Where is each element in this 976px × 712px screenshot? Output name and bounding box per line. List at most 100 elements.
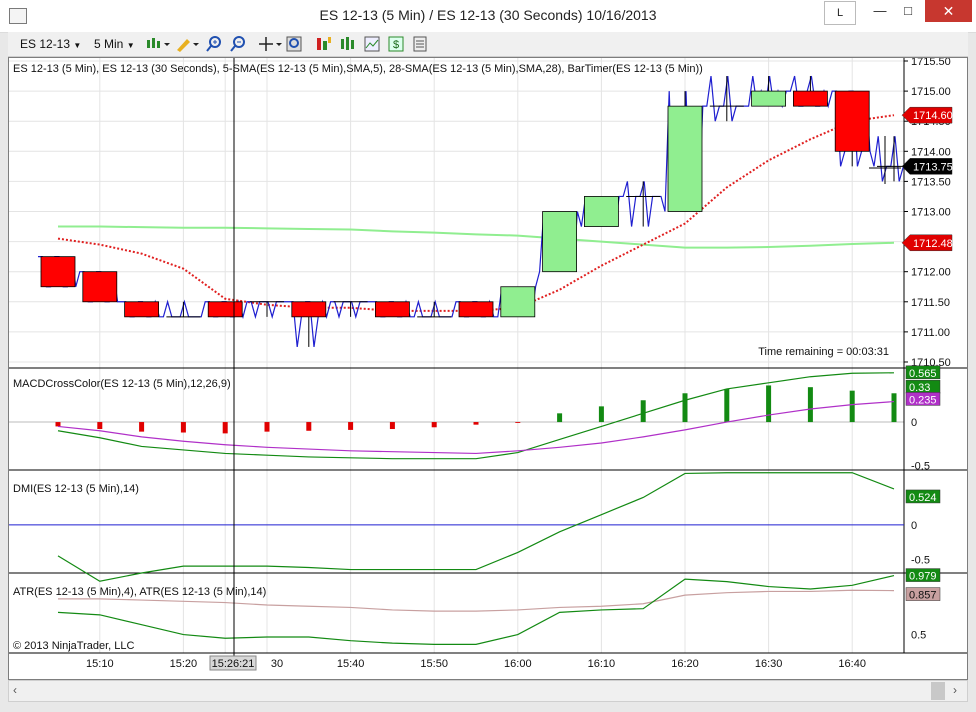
candle-body [82,271,118,303]
x-tick-label: 16:20 [671,658,699,670]
macd-histogram-bar [55,422,61,427]
candle-body [667,105,703,212]
y-tick-label: 1711.00 [911,327,950,339]
svg-text:$: $ [393,39,399,51]
macd-histogram-bar [431,422,437,428]
macd-histogram-bar [598,406,604,423]
x-tick-label: 15:10 [86,658,114,670]
y-axis: 1715.501715.001714.501714.001713.501713.… [901,56,953,642]
x-tick-label: 15:40 [337,658,365,670]
series-layer [9,75,912,645]
instrument-label: ES 12-13 [20,37,71,51]
app-window: ES 12-13 (5 Min) / ES 12-13 (30 Seconds)… [0,0,976,712]
candle-body [834,90,870,152]
x-tick-label: 16:40 [838,658,866,670]
macd-y-tick-label: 0 [911,417,917,429]
x-tick-label: 15:50 [420,658,448,670]
candle-body [542,211,577,273]
close-button[interactable]: ✕ [925,0,972,22]
macd-histogram-bar [97,422,103,430]
atr-tag-14: 0.857 [909,590,937,602]
macd-histogram-bar [389,422,395,430]
macd-histogram-bar [473,422,479,425]
instrument-selector[interactable]: ES 12-13 ▼ [20,35,81,53]
candle-body [793,90,828,107]
price-tag-sma: 1712.48 [913,238,953,250]
crosshair-icon[interactable] [258,36,282,52]
y-tick-label: 1711.50 [911,297,950,309]
macd-histogram-bar [849,390,855,423]
price-tag-last: 1714.60 [913,110,953,122]
dmi-y-tick-label: 0 [911,520,917,532]
candle-body [458,301,494,318]
maximize-button[interactable]: □ [896,0,920,22]
macd-histogram-bar [682,393,688,423]
y-tick-label: 1715.50 [911,58,951,68]
macd-histogram-bar [766,385,772,423]
macd-histogram-bar [724,388,730,423]
macd-histogram-bar [139,422,145,432]
horizontal-scrollbar[interactable]: ‹ › [8,680,968,702]
macd-histogram-bar [807,387,813,423]
magnifier-icon[interactable] [286,36,302,52]
y-tick-label: 1713.50 [911,176,951,188]
chart-canvas[interactable]: ES 12-13 (5 Min), ES 12-13 (30 Seconds),… [9,56,967,679]
scroll-right-icon[interactable]: › [953,683,957,697]
candle-body [124,301,159,318]
macd-histogram-bar [557,413,563,423]
pencil-draw-icon[interactable] [175,36,199,52]
data-box-icon[interactable] [364,36,380,52]
cursor-time-box: 15:26:21 [209,655,257,671]
properties-icon[interactable] [412,36,428,52]
candle-body [40,256,76,288]
macd-histogram-bar [348,422,354,430]
dmi-tag: 0.524 [909,492,937,504]
toolbar: ES 12-13 ▼ 5 Min ▼ $ [8,32,968,57]
atr-panel-label: ATR(ES 12-13 (5 Min),4), ATR(ES 12-13 (5… [13,586,266,598]
candle-body [500,286,536,318]
macd-histogram-bar [515,422,521,423]
interval-label: 5 Min [94,37,124,51]
copyright-text: © 2013 NinjaTrader, LLC [13,640,134,652]
atr-tag-4: 0.979 [909,571,937,583]
x-tick-label: 30 [271,658,283,670]
candle-body [374,301,410,318]
scroll-left-icon[interactable]: ‹ [13,683,17,697]
x-axis: 15:10 15:20 30 15:40 15:50 16:00 16:10 16:20 16:… [86,658,866,670]
x-tick-label: 15:20 [170,658,198,670]
dollar-icon[interactable]: $ [388,36,404,52]
dmi-panel-label: DMI(ES 12-13 (5 Min),14) [13,483,139,495]
time-remaining-text: Time remaining = 00:03:31 [758,346,889,358]
candle-body [207,301,243,318]
chart-area[interactable]: ES 12-13 (5 Min), ES 12-13 (30 Seconds),… [8,56,968,680]
candle-body [584,196,619,227]
zoom-in-icon[interactable] [206,36,222,52]
candle-body [291,301,327,318]
x-tick-label: 16:10 [588,658,616,670]
cursor-time-label: 15:26:21 [212,658,255,670]
y-tick-label: 1714.00 [911,146,951,158]
l-button[interactable]: L [824,1,856,25]
macd-histogram-bar [222,422,228,434]
chevron-down-icon: ▼ [126,41,135,50]
macd-y-tick-label: -0.5 [911,461,930,473]
macd-histogram-bar [264,422,270,432]
minimize-button[interactable]: — [868,0,892,22]
price-tag-current: 1713.75 [913,161,953,173]
strategy-icon[interactable] [316,36,332,52]
chart-style-icon[interactable] [340,36,356,52]
scroll-thumb[interactable] [931,682,945,700]
main-panel-label: ES 12-13 (5 Min), ES 12-13 (30 Seconds),… [13,63,703,75]
macd-tag-line: 0.565 [909,368,937,380]
macd-histogram-bar [891,393,897,423]
y-tick-label: 1713.00 [911,206,951,218]
dmi-y-tick-label: -0.5 [911,554,930,566]
macd-histogram-bar [640,400,646,423]
zoom-out-icon[interactable] [230,36,246,52]
macd-panel-label: MACDCrossColor(ES 12-13 (5 Min),12,26,9) [13,378,231,390]
interval-selector[interactable]: 5 Min ▼ [94,35,135,53]
macd-histogram-bar [306,422,312,431]
bar-type-icon[interactable] [146,36,170,52]
macd-histogram-bar [180,422,186,433]
title-bar[interactable]: ES 12-13 (5 Min) / ES 12-13 (30 Seconds)… [0,0,976,33]
